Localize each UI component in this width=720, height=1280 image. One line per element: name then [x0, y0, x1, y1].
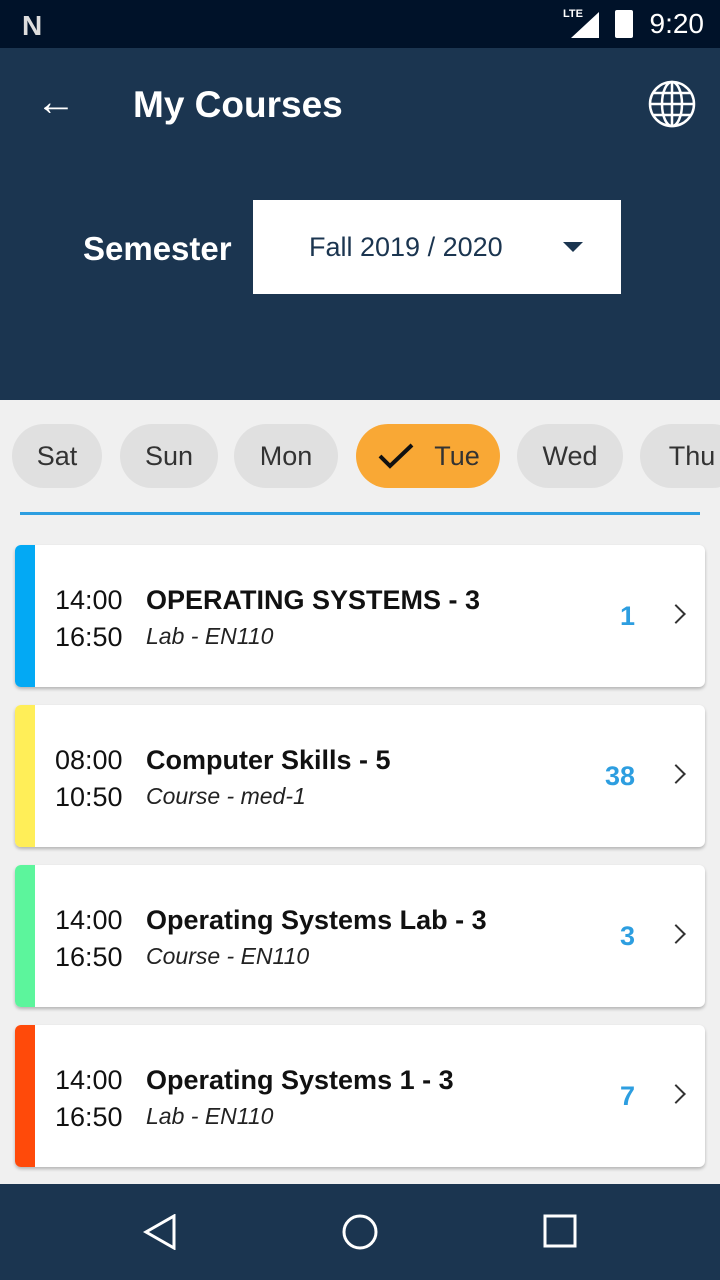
- course-subtitle: Lab - EN110: [146, 1103, 274, 1129]
- course-card[interactable]: 14:00 16:50 Operating Systems 1 - 3 Lab …: [15, 1025, 705, 1167]
- course-card[interactable]: 08:00 10:50 Computer Skills - 5 Course -…: [15, 705, 705, 847]
- end-time: 16:50: [55, 942, 123, 972]
- course-card[interactable]: 14:00 16:50 Operating Systems Lab - 3 Co…: [15, 865, 705, 1007]
- page-title: My Courses: [133, 84, 343, 125]
- start-time: 08:00: [55, 745, 123, 775]
- n-logo-icon: N: [22, 10, 43, 41]
- status-bar: N LTE 9:20: [0, 0, 720, 48]
- chevron-right-icon: [666, 604, 686, 624]
- semester-value: Fall 2019 / 2020: [309, 231, 503, 262]
- day-label: Sun: [144, 440, 194, 471]
- day-label: Mon: [259, 440, 313, 471]
- course-color-bar: [15, 865, 35, 1007]
- day-label: Sat: [36, 440, 78, 471]
- caret-down-icon: [563, 242, 583, 252]
- back-triangle-icon[interactable]: [142, 1214, 178, 1250]
- day-chip-mon[interactable]: Mon: [234, 424, 338, 488]
- course-count: 3: [619, 921, 635, 951]
- course-color-bar: [15, 705, 35, 847]
- day-chip-thu[interactable]: Thu: [640, 424, 720, 488]
- battery-icon: [615, 10, 633, 38]
- chevron-right-icon: [666, 924, 686, 944]
- semester-label: Semester: [83, 230, 232, 267]
- back-arrow-icon[interactable]: ←: [36, 82, 76, 122]
- course-name: Operating Systems 1 - 3: [146, 1065, 454, 1095]
- course-color-bar: [15, 1025, 35, 1167]
- day-chip-tue[interactable]: Tue: [356, 424, 500, 488]
- day-label: Wed: [542, 440, 598, 471]
- end-time: 10:50: [55, 782, 123, 812]
- course-count: 1: [619, 601, 635, 631]
- start-time: 14:00: [55, 905, 123, 935]
- course-name: Operating Systems Lab - 3: [146, 905, 487, 935]
- course-name: OPERATING SYSTEMS - 3: [146, 585, 481, 615]
- recents-square-icon[interactable]: [543, 1214, 577, 1248]
- day-chip-sat[interactable]: Sat: [12, 424, 102, 488]
- day-label: Tue: [434, 440, 480, 471]
- day-chip-sun[interactable]: Sun: [120, 424, 218, 488]
- course-subtitle: Course - med-1: [146, 783, 306, 809]
- signal-icon: [571, 12, 599, 38]
- divider: [20, 512, 700, 515]
- clock: 9:20: [649, 8, 705, 39]
- globe-icon[interactable]: [648, 80, 696, 128]
- day-chip-wed[interactable]: Wed: [517, 424, 623, 488]
- semester-dropdown[interactable]: Fall 2019 / 2020: [253, 200, 621, 294]
- day-selector: Sat Sun Mon Tue Wed Thu: [0, 424, 720, 488]
- course-subtitle: Lab - EN110: [146, 623, 274, 649]
- course-count: 38: [604, 761, 635, 791]
- course-card[interactable]: 14:00 16:50 OPERATING SYSTEMS - 3 Lab - …: [15, 545, 705, 687]
- navigation-bar: [0, 1184, 720, 1280]
- day-label: Thu: [668, 440, 716, 471]
- course-color-bar: [15, 545, 35, 687]
- chevron-right-icon: [666, 764, 686, 784]
- end-time: 16:50: [55, 622, 123, 652]
- start-time: 14:00: [55, 585, 123, 615]
- end-time: 16:50: [55, 1102, 123, 1132]
- course-name: Computer Skills - 5: [146, 745, 391, 775]
- check-icon: [378, 443, 414, 469]
- course-subtitle: Course - EN110: [146, 943, 310, 969]
- app-header: ← My Courses Semester Fall 2019 / 2020: [0, 48, 720, 400]
- course-count: 7: [619, 1081, 635, 1111]
- start-time: 14:00: [55, 1065, 123, 1095]
- chevron-right-icon: [666, 1084, 686, 1104]
- home-circle-icon[interactable]: [342, 1214, 378, 1250]
